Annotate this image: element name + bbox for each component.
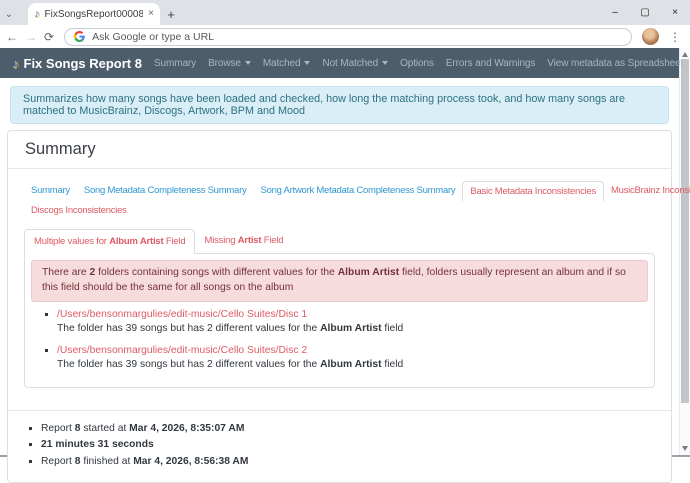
nav-label: Matched (263, 58, 301, 69)
subtab-label-bold: Album Artist (109, 236, 163, 247)
close-window-button[interactable]: × (660, 0, 690, 25)
nav-label: Options (400, 58, 434, 69)
folder-list: /Users/bensonmargulies/edit-music/Cello … (31, 309, 648, 370)
new-tab-button[interactable]: + (160, 3, 182, 25)
footer-text: Report (41, 456, 75, 467)
refresh-icon[interactable]: ⟳ (44, 31, 54, 43)
list-item: /Users/bensonmargulies/edit-music/Cello … (57, 309, 648, 334)
desc-text: field (382, 323, 404, 334)
scroll-up-icon[interactable] (682, 52, 688, 57)
report-footer: Report 8 started at Mar 4, 2026, 8:35:07… (8, 410, 671, 482)
address-bar[interactable]: Ask Google or type a URL (64, 28, 632, 46)
tab-musicbrainz-inconsistencies[interactable]: MusicBrainz Inconsistencies (604, 181, 690, 201)
summary-panel: Summary Summary Song Metadata Completene… (7, 130, 672, 483)
window-controls: – ▢ × (600, 0, 690, 25)
report-started-item: Report 8 started at Mar 4, 2026, 8:35:07… (41, 421, 655, 437)
duration: 21 minutes 31 seconds (41, 439, 154, 450)
footer-text: finished at (81, 456, 134, 467)
summary-panel-body: Summary Song Metadata Completeness Summa… (8, 169, 671, 410)
nav-label: Errors and Warnings (446, 58, 535, 69)
nav-item-view-spreadsheet[interactable]: View metadata as Spreadsheet (547, 58, 683, 69)
folder-description: The folder has 39 songs but has 2 differ… (57, 359, 648, 370)
browser-window: { "browser": { "tab_title": "FixSongsRep… (0, 0, 690, 457)
brand[interactable]: ♪ Fix Songs Report 8 (12, 56, 142, 71)
subtab-label: Multiple values for (34, 236, 109, 247)
url-input[interactable]: Ask Google or type a URL (92, 31, 214, 43)
profile-avatar[interactable] (642, 28, 659, 45)
browser-menu-icon[interactable]: ⋮ (666, 30, 684, 44)
scrollbar-thumb[interactable] (681, 59, 689, 403)
tab-basic-metadata-inconsistencies[interactable]: Basic Metadata Inconsistencies (462, 181, 604, 201)
report-page: ♪ Fix Songs Report 8 Summary Browse Match… (0, 48, 679, 455)
page-title: Summary (8, 131, 671, 169)
summary-info-alert: Summarizes how many songs have been load… (10, 86, 669, 124)
desc-text: field (382, 359, 404, 370)
subtab-label: Field (163, 236, 185, 247)
nav-item-matched[interactable]: Matched (263, 58, 311, 69)
start-timestamp: Mar 4, 2026, 8:35:07 AM (129, 423, 244, 434)
inconsistency-alert: There are 2 folders containing songs wit… (31, 260, 648, 302)
subtab-label: Field (261, 235, 283, 246)
tab-search-chevron-icon[interactable]: ⌄ (0, 4, 18, 25)
nav-label: Summary (154, 58, 196, 69)
tab-summary[interactable]: Summary (24, 181, 77, 201)
nav-label: Browse (208, 58, 241, 69)
maximize-button[interactable]: ▢ (630, 0, 660, 25)
browser-tab[interactable]: ♪ FixSongsReport00008.html × (28, 3, 160, 25)
back-icon[interactable]: ← (6, 31, 18, 43)
caret-down-icon (382, 61, 388, 65)
nav-item-not-matched[interactable]: Not Matched (322, 58, 388, 69)
music-note-logo-icon: ♪ (12, 57, 19, 70)
nav-label: View metadata as Spreadsheet (547, 58, 683, 69)
desc-field: Album Artist (320, 359, 381, 370)
inconsistency-subtabs: Multiple values for Album Artist Field M… (24, 229, 655, 253)
tab-title: FixSongsReport00008.html (45, 9, 144, 20)
folder-link[interactable]: /Users/bensonmargulies/edit-music/Cello … (57, 345, 307, 356)
alert-text: folders containing songs with different … (95, 267, 338, 278)
summary-tabs-row-1: Summary Song Metadata Completeness Summa… (24, 181, 655, 201)
summary-tabs-row-2: Discogs Inconsistencies (24, 201, 655, 220)
close-tab-icon[interactable]: × (148, 9, 154, 19)
caret-down-icon (304, 61, 310, 65)
footer-text: started at (81, 423, 130, 434)
desc-field: Album Artist (320, 323, 381, 334)
page-scrollbar[interactable] (679, 48, 690, 455)
report-duration-item: 21 minutes 31 seconds (41, 437, 655, 453)
subtab-missing-artist[interactable]: Missing Artist Field (195, 229, 292, 253)
scroll-down-icon[interactable] (682, 446, 688, 451)
list-item: /Users/bensonmargulies/edit-music/Cello … (57, 345, 648, 370)
inconsistency-tab-content: There are 2 folders containing songs wit… (24, 253, 655, 388)
alert-field: Album Artist (338, 267, 399, 278)
forward-icon: → (25, 31, 37, 43)
report-finished-item: Report 8 finished at Mar 4, 2026, 8:56:3… (41, 454, 655, 470)
browser-tab-strip: ⌄ ♪ FixSongsReport00008.html × + – ▢ × (0, 0, 690, 25)
footer-text: Report (41, 423, 75, 434)
nav-item-browse[interactable]: Browse (208, 58, 251, 69)
google-logo-icon (74, 31, 85, 42)
finish-timestamp: Mar 4, 2026, 8:56:38 AM (133, 456, 248, 467)
nav-item-summary[interactable]: Summary (154, 58, 196, 69)
report-navbar: ♪ Fix Songs Report 8 Summary Browse Match… (0, 48, 679, 78)
folder-description: The folder has 39 songs but has 2 differ… (57, 323, 648, 334)
caret-down-icon (245, 61, 251, 65)
music-note-favicon-icon: ♪ (34, 9, 40, 20)
desc-text: The folder has 39 songs but has 2 differ… (57, 359, 320, 370)
minimize-button[interactable]: – (600, 0, 630, 25)
report-times-list: Report 8 started at Mar 4, 2026, 8:35:07… (24, 421, 655, 470)
tab-discogs-inconsistencies[interactable]: Discogs Inconsistencies (24, 201, 134, 220)
desc-text: The folder has 39 songs but has 2 differ… (57, 323, 320, 334)
folder-link[interactable]: /Users/bensonmargulies/edit-music/Cello … (57, 309, 307, 320)
subtab-multiple-album-artist[interactable]: Multiple values for Album Artist Field (24, 229, 195, 254)
tab-song-artwork-completeness[interactable]: Song Artwork Metadata Completeness Summa… (254, 181, 463, 201)
nav-item-options[interactable]: Options (400, 58, 434, 69)
browser-toolbar: ← → ⟳ Ask Google or type a URL ⋮ (0, 25, 690, 48)
subtab-label-bold: Artist (238, 235, 262, 246)
alert-text: There are (42, 267, 90, 278)
tab-song-metadata-completeness[interactable]: Song Metadata Completeness Summary (77, 181, 254, 201)
nav-label: Not Matched (322, 58, 378, 69)
subtab-label: Missing (204, 235, 237, 246)
nav-item-errors-warnings[interactable]: Errors and Warnings (446, 58, 535, 69)
brand-label: Fix Songs Report 8 (24, 56, 142, 71)
